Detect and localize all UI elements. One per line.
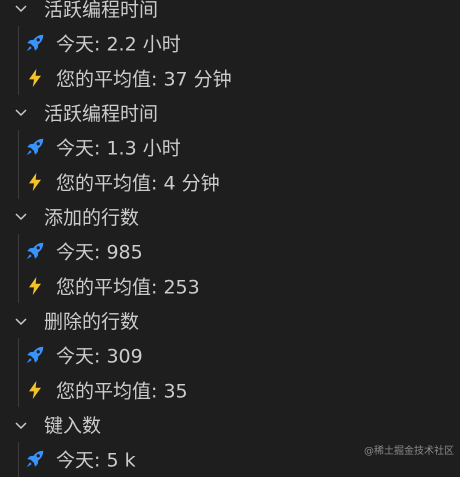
indent-guide (18, 268, 19, 304)
list-item[interactable]: 您的平均值: 4 分钟 (0, 164, 460, 200)
group-label: 删除的行数 (44, 311, 140, 334)
list-item[interactable]: 今天: 2.2 小时 (0, 25, 460, 61)
item-text: 今天: 1.3 小时 (56, 137, 181, 160)
rocket-icon (26, 346, 44, 364)
group-header[interactable]: 添加的行数 (0, 199, 460, 234)
rocket-icon (26, 242, 44, 260)
indent-guide (18, 337, 19, 373)
item-text: 您的平均值: 253 (56, 276, 200, 299)
rocket-icon (26, 34, 44, 52)
group-label: 添加的行数 (44, 206, 140, 229)
group-header[interactable]: 删除的行数 (0, 303, 460, 338)
list-item[interactable]: 今天: 1.3 小时 (0, 129, 460, 165)
chevron-down-icon (15, 109, 27, 117)
list-item[interactable]: 您的平均值: 35 (0, 372, 460, 408)
chevron-down-icon (15, 318, 27, 325)
item-text: 今天: 5 k (56, 449, 136, 472)
group-label: 键入数 (44, 415, 102, 438)
group-label: 活跃编程时间 (44, 102, 159, 125)
group-header[interactable]: 活跃编程时间 (0, 95, 460, 130)
chevron-down-icon (15, 422, 27, 429)
item-text: 今天: 985 (56, 241, 143, 264)
indent-guide (18, 60, 19, 96)
group-header[interactable]: 活跃编程时间 (0, 0, 460, 26)
lightning-icon (29, 380, 41, 400)
indent-guide (18, 129, 19, 165)
list-item[interactable]: 您的平均值: 253 (0, 268, 460, 304)
item-text: 您的平均值: 4 分钟 (56, 172, 220, 195)
indent-guide (18, 164, 19, 200)
item-text: 您的平均值: 35 (56, 380, 188, 403)
indent-guide (18, 441, 19, 477)
indent-guide (18, 25, 19, 61)
list-item[interactable]: 今天: 985 (0, 233, 460, 269)
lightning-icon (29, 276, 41, 296)
item-text: 您的平均值: 37 分钟 (56, 68, 232, 91)
item-text: 今天: 309 (56, 345, 143, 368)
lightning-icon (29, 172, 41, 191)
watermark: @稀土掘金技术社区 (364, 446, 454, 457)
rocket-icon (26, 451, 44, 468)
chevron-down-icon (15, 213, 27, 221)
lightning-icon (29, 68, 41, 87)
stats-tree: 活跃编程时间 今天: 2.2 小时 您的平均值: 37 分钟 活跃编程时间 今天… (0, 0, 460, 477)
indent-guide (18, 233, 19, 269)
group-label: 活跃编程时间 (44, 0, 159, 21)
list-item[interactable]: 今天: 309 (0, 337, 460, 373)
chevron-down-icon (15, 5, 27, 13)
rocket-icon (26, 138, 44, 156)
indent-guide (18, 372, 19, 408)
list-item[interactable]: 您的平均值: 37 分钟 (0, 60, 460, 96)
group-header[interactable]: 键入数 (0, 407, 460, 442)
item-text: 今天: 2.2 小时 (56, 33, 181, 56)
